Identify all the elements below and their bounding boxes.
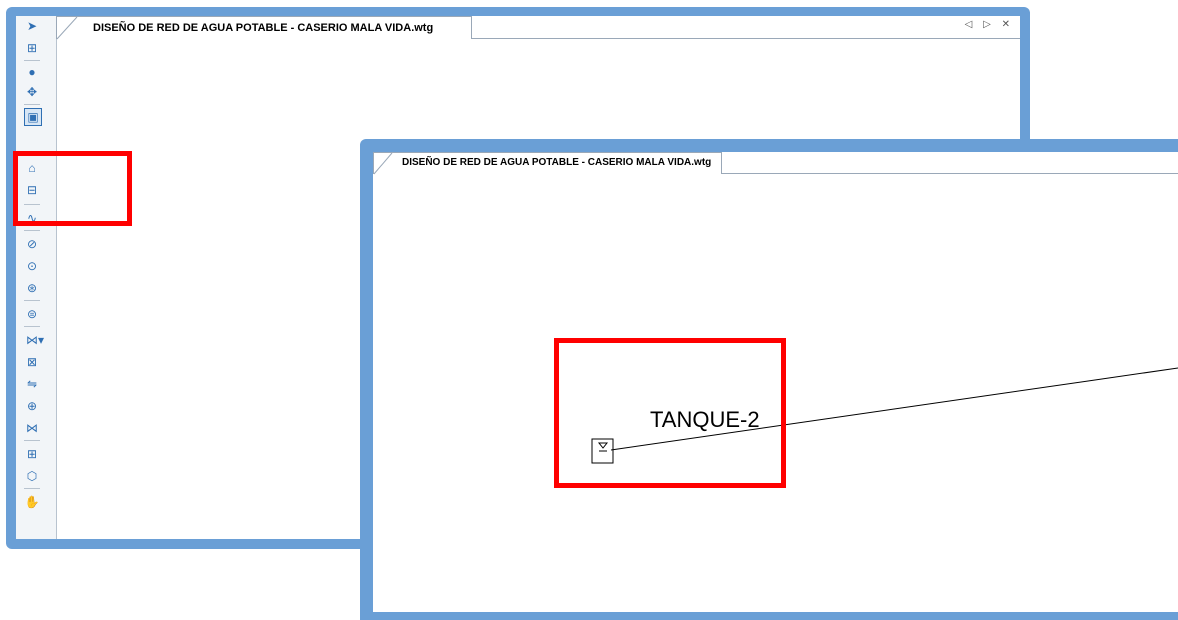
variable-speed-pump-icon[interactable]: ⊛: [24, 280, 40, 296]
toolbar-separator: [24, 60, 40, 61]
prv-icon[interactable]: ⊠: [24, 354, 40, 370]
toolbar-separator: [24, 440, 40, 441]
tank-highlight-box: [554, 338, 786, 488]
turbine-icon[interactable]: ⊜: [24, 306, 40, 322]
document-tab-title: DISEÑO DE RED DE AGUA POTABLE - CASERIO …: [93, 22, 434, 34]
hydrant-icon[interactable]: ✥: [24, 84, 40, 100]
tab-slant-decoration: [56, 16, 78, 40]
document-tab-strip: DISEÑO DE RED DE AGUA POTABLE - CASERIO …: [56, 16, 1020, 40]
document-tab[interactable]: DISEÑO DE RED DE AGUA POTABLE - CASERIO …: [56, 16, 472, 40]
tab-navigation-controls[interactable]: ◁ ▷ ✕: [965, 19, 1014, 30]
flow-control-valve-icon[interactable]: ⊕: [24, 398, 40, 414]
toolbar-separator: [24, 230, 40, 231]
pump-icon[interactable]: ⊘: [24, 236, 40, 252]
toolbar-separator: [24, 300, 40, 301]
toolbar-highlight-box: [13, 151, 132, 226]
isolation-valve-icon[interactable]: ⋈: [24, 420, 40, 436]
toolbar-separator: [24, 326, 40, 327]
layout-icon[interactable]: ⊞: [24, 40, 40, 56]
spot-elevation-icon[interactable]: ⊞: [24, 446, 40, 462]
toolbar-separator: [24, 104, 40, 105]
pump-station-icon[interactable]: ⊙: [24, 258, 40, 274]
toolbar-separator: [24, 488, 40, 489]
customer-meter-icon[interactable]: ⬡: [24, 468, 40, 484]
hand-pan-icon[interactable]: ✋: [24, 494, 40, 510]
valve-icon[interactable]: ⋈▾: [24, 332, 46, 348]
layout-toolbar: ➤ ⊞ ● ✥ ▣ ⌂ ⊟ ∿ ⊘ ⊙ ⊛ ⊜ ⋈▾ ⊠ ⇋ ⊕ ⋈ ⊞ ⬡ ✋: [16, 16, 57, 539]
junction-icon[interactable]: ●: [24, 64, 40, 80]
check-valve-icon[interactable]: ⇋: [24, 376, 40, 392]
select-arrow-icon[interactable]: ➤: [24, 18, 40, 34]
tank-icon[interactable]: ▣: [24, 108, 42, 126]
